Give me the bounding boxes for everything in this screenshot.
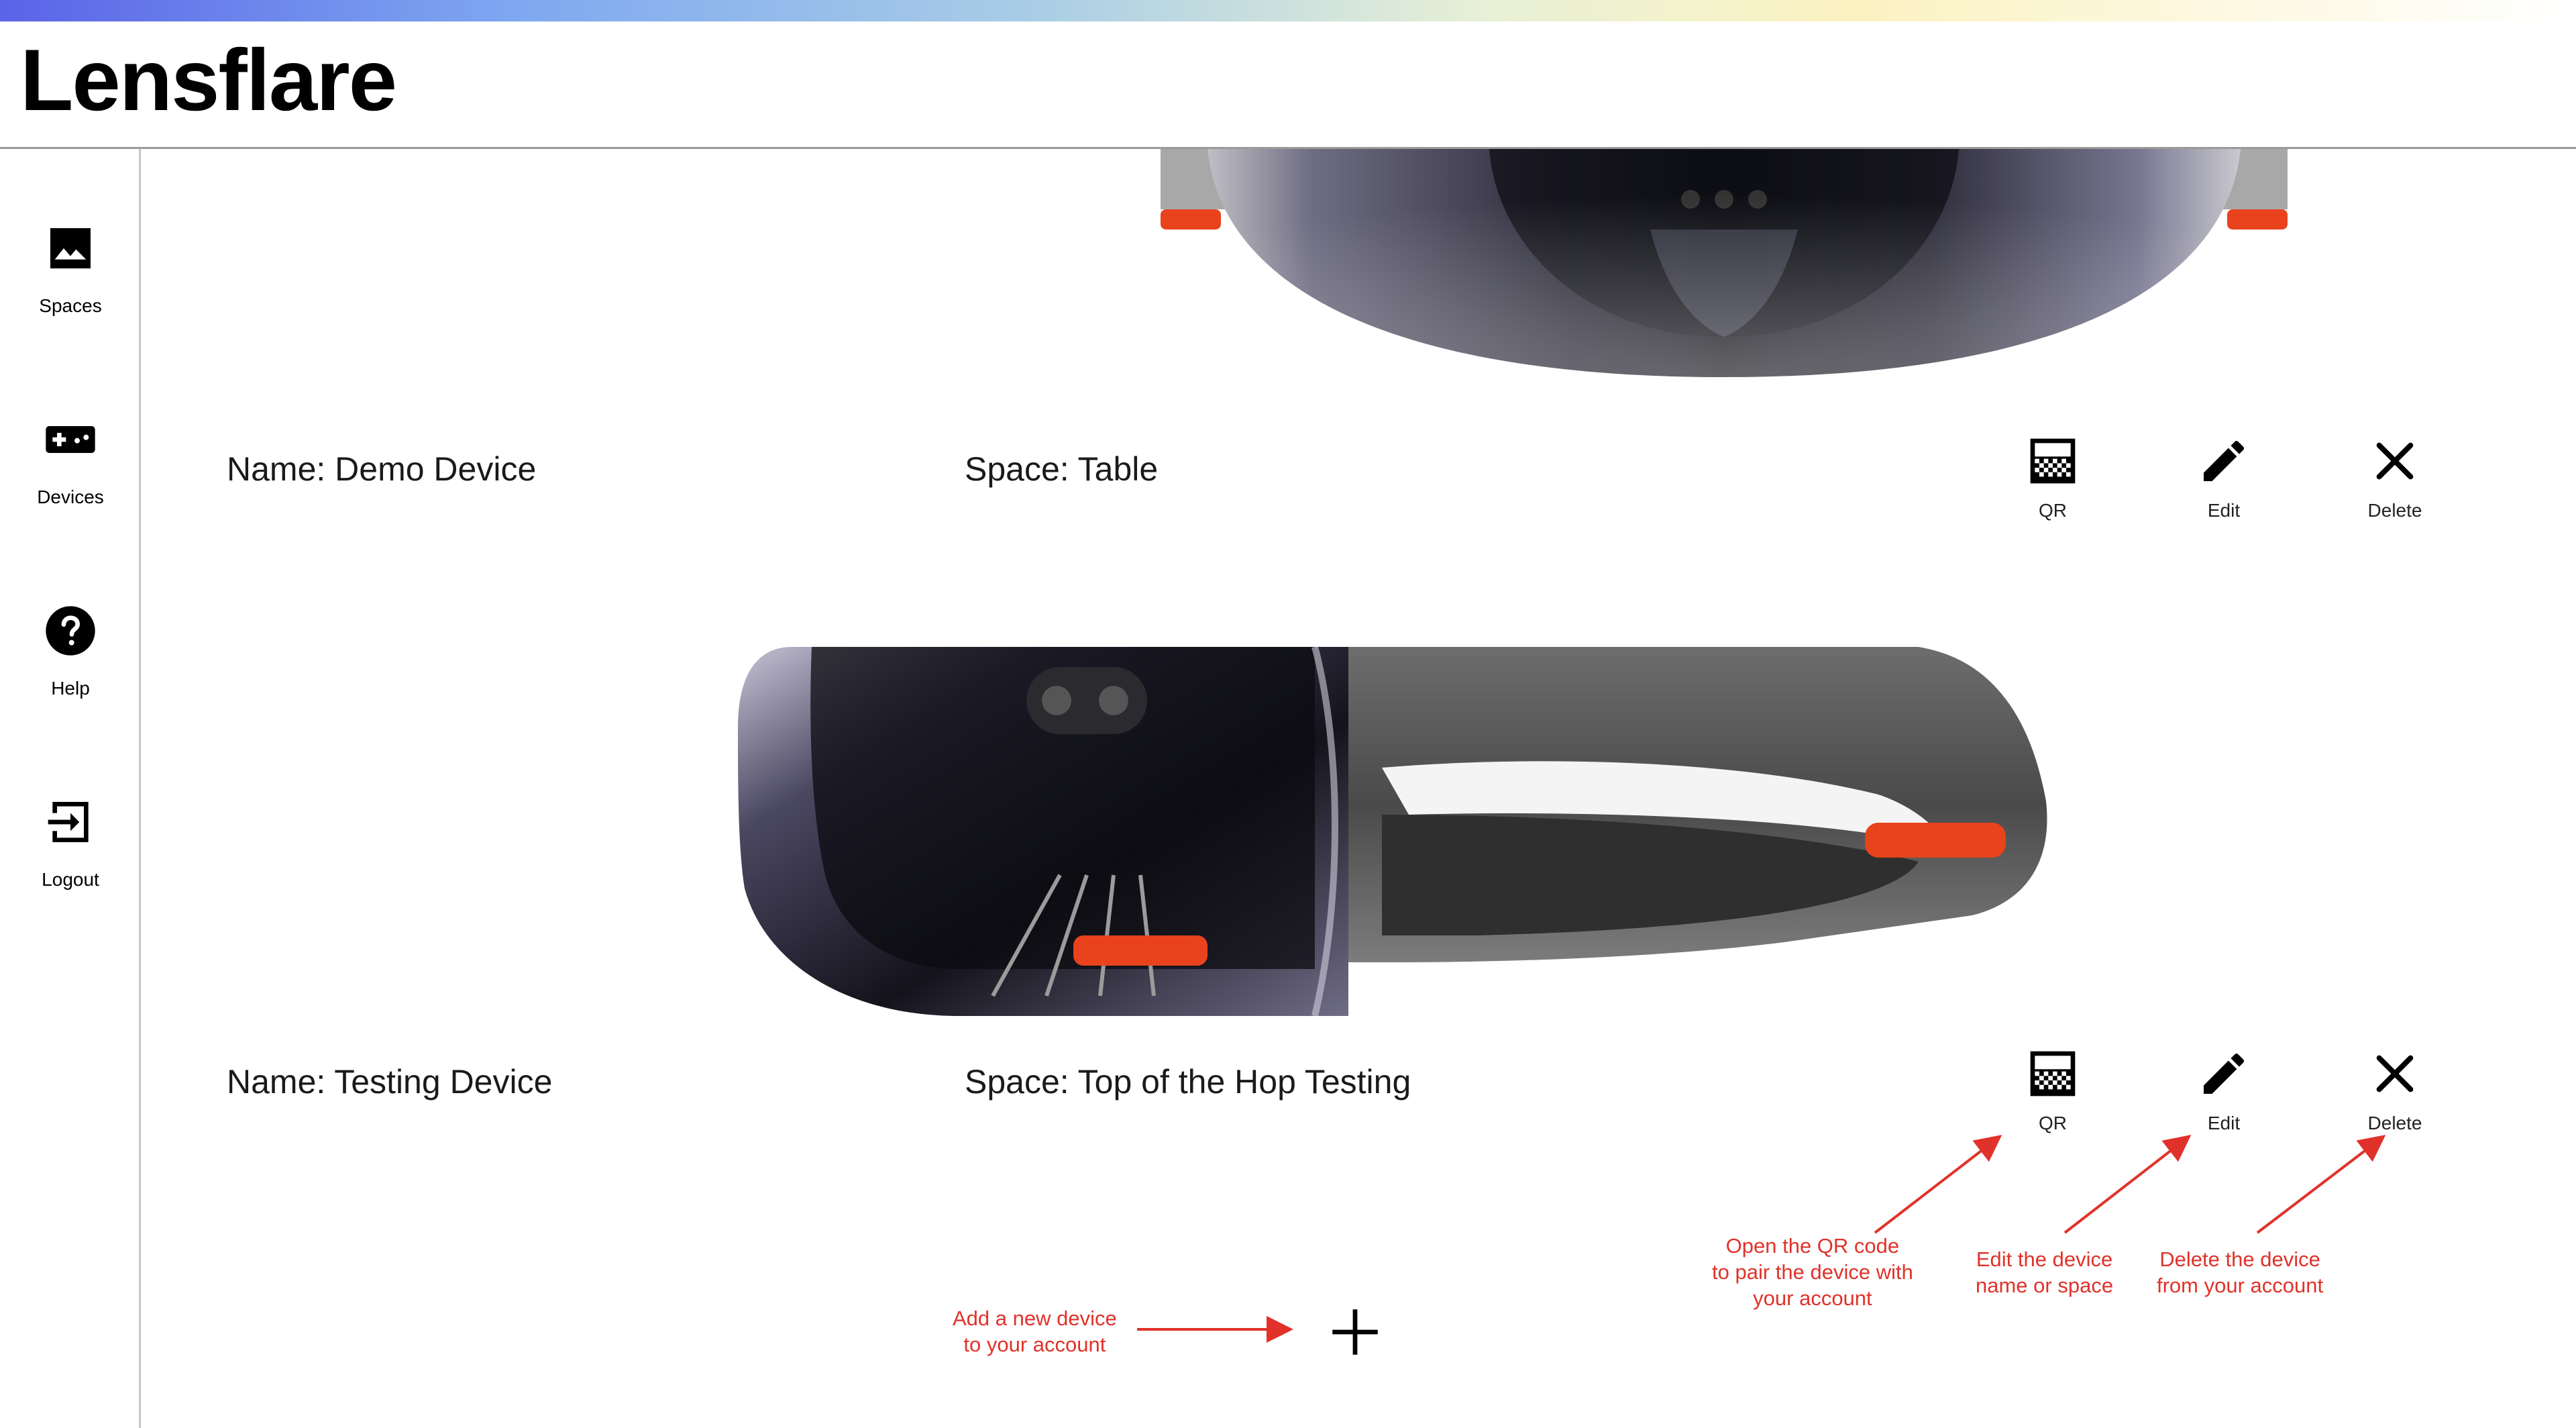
annotation-edit: Edit the device name or space [1976,1247,2113,1299]
annotation-line: Edit the device [1976,1247,2113,1271]
delete-label: Delete [2367,1113,2422,1133]
annotation-line: name or space [1976,1273,2114,1297]
annotation-qr: Open the QR code to pair the device with… [1712,1233,1913,1311]
sidebar-item-logout[interactable]: Logout [0,795,141,890]
qr-button[interactable]: QR [2006,434,2100,521]
annotation-line: to pair the device with [1712,1260,1913,1284]
annotation-line: Add a new device [953,1307,1117,1330]
plus-icon [1332,1309,1378,1355]
sidebar-item-devices[interactable]: Devices [0,413,141,508]
app-title: Lensflare [20,31,397,129]
pencil-icon [2204,440,2245,481]
edit-label: Edit [2207,500,2241,521]
logout-icon [48,802,89,842]
gamepad-icon [46,426,95,453]
sidebar-item-spaces[interactable]: Spaces [0,221,141,317]
close-icon [2376,1055,2414,1092]
delete-button[interactable]: Delete [2348,434,2442,521]
edit-button[interactable]: Edit [2177,1047,2271,1134]
delete-button[interactable]: Delete [2348,1047,2442,1134]
app-header: Lensflare [0,21,2576,149]
close-icon [2376,442,2414,480]
annotation-line: Open the QR code [1725,1234,1900,1258]
annotation-delete: Delete the device from your account [2157,1247,2323,1299]
qr-label: QR [2039,500,2067,521]
add-device-button[interactable] [1325,1302,1385,1362]
device-image-demo [1161,149,2288,377]
device-image-testing [738,647,2047,1016]
annotation-line: Delete the device [2159,1247,2320,1271]
image-icon [50,228,91,268]
sidebar-item-help[interactable]: Help [0,604,141,699]
device-name: Name: Testing Device [227,1063,553,1101]
qr-icon [2030,1051,2076,1096]
annotation-line: your account [1753,1286,1872,1310]
sidebar-item-label: Logout [42,869,99,890]
qr-icon [2030,438,2076,484]
annotation-line: from your account [2157,1273,2324,1297]
delete-label: Delete [2367,500,2422,521]
edit-label: Edit [2207,1113,2241,1133]
sidebar: Spaces Devices Help Logout [0,149,141,1428]
device-name: Name: Demo Device [227,450,537,488]
annotation-line: to your account [963,1332,1106,1356]
pencil-icon [2204,1053,2245,1094]
top-gradient-bar [0,0,2576,21]
annotation-add: Add a new device to your account [953,1306,1117,1358]
sidebar-item-label: Devices [37,487,104,507]
sidebar-item-label: Spaces [39,295,102,316]
qr-button[interactable]: QR [2006,1047,2100,1134]
qr-label: QR [2039,1113,2067,1133]
device-space: Space: Top of the Hop Testing [965,1063,1411,1101]
help-icon [46,606,95,656]
device-space: Space: Table [965,450,1159,488]
edit-button[interactable]: Edit [2177,434,2271,521]
devices-main: Name: Demo Device Space: Table QR Edit D… [141,149,2576,1428]
sidebar-item-label: Help [51,678,90,699]
